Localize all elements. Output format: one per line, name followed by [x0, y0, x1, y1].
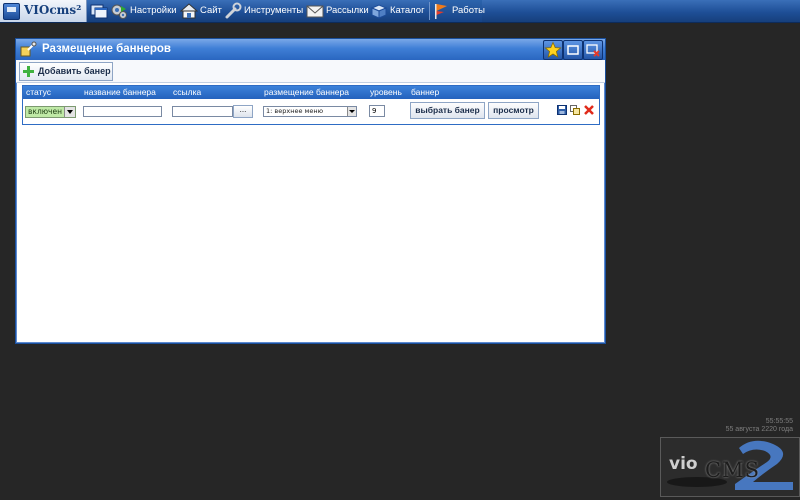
app-window-icon	[3, 3, 20, 20]
system-clock: 55:55:55 55 августа 2220 года	[726, 418, 793, 434]
banners-icon	[20, 41, 37, 57]
status-select-value: включен	[28, 107, 63, 116]
gears-icon	[111, 4, 127, 19]
add-banner-button[interactable]: Добавить банер	[19, 62, 113, 81]
start-button-label: VIOcms²	[24, 3, 82, 17]
save-icon[interactable]	[557, 105, 567, 115]
chevron-down-icon	[347, 107, 356, 116]
column-link: ссылка	[173, 87, 202, 97]
menu-item-works[interactable]: Работы	[432, 0, 485, 22]
delete-icon[interactable]	[584, 105, 594, 115]
column-banner: баннер	[411, 87, 440, 97]
banners-window: Размещение баннеров Добавить банер стату…	[15, 38, 606, 344]
menu-item-settings-label: Настройки	[130, 5, 177, 16]
menu-item-site-label: Сайт	[200, 5, 222, 16]
favorite-button[interactable]	[543, 40, 563, 60]
close-button[interactable]	[583, 40, 603, 60]
column-level: уровень	[370, 87, 402, 97]
table-header: статус название баннера ссылка размещени…	[23, 86, 599, 99]
copy-icon[interactable]	[570, 105, 580, 115]
wrench-icon	[225, 2, 242, 19]
link-input[interactable]	[172, 106, 233, 117]
menu-item-catalog-label: Каталог	[390, 5, 425, 16]
plus-icon	[23, 66, 34, 77]
brand-vio-text: vio	[669, 454, 698, 474]
menu-item-catalog[interactable]: Каталог	[370, 0, 428, 22]
menu-item-works-label: Работы	[452, 5, 485, 16]
box-icon	[370, 4, 388, 19]
menu-item-tools[interactable]: Инструменты	[224, 0, 304, 22]
star-icon	[544, 41, 562, 58]
clock-date: 55 августа 2220 года	[725, 426, 793, 433]
preview-button[interactable]: просмотр	[488, 102, 539, 119]
placement-select-value: 1: верхнее меню	[266, 107, 324, 115]
menu-item-tools-label: Инструменты	[244, 5, 304, 16]
table-row: включен ... 1: верхнее меню 9 выбрать ба…	[23, 99, 599, 124]
taskbar: VIOcms² Настройки Сайт Инструменты Рассы…	[0, 0, 800, 23]
clock-time: 55:55:55	[765, 418, 793, 425]
banner-name-input[interactable]	[83, 106, 162, 117]
placement-select[interactable]: 1: верхнее меню	[263, 106, 357, 117]
menu-item-mailings[interactable]: Рассылки	[306, 0, 369, 22]
flag-icon	[435, 4, 447, 19]
close-window-icon	[586, 44, 600, 57]
column-banner-name: название баннера	[84, 87, 156, 97]
menu-item-settings[interactable]: Настройки	[110, 0, 190, 22]
browse-link-button[interactable]: ...	[233, 105, 253, 118]
choose-banner-button[interactable]: выбрать банер	[410, 102, 485, 119]
brand-logo: vio CMS	[660, 437, 800, 497]
maximize-button[interactable]	[563, 40, 583, 60]
column-placement: размещение баннера	[264, 87, 349, 97]
banners-table: статус название баннера ссылка размещени…	[22, 85, 600, 125]
maximize-icon	[567, 45, 579, 55]
envelope-icon	[306, 5, 324, 18]
window-title: Размещение баннеров	[42, 43, 171, 55]
menu-item-mailings-label: Рассылки	[326, 5, 369, 16]
start-button[interactable]: VIOcms²	[0, 0, 87, 22]
level-input[interactable]: 9	[369, 105, 385, 117]
window-titlebar[interactable]: Размещение баннеров	[16, 39, 605, 60]
windows-icon	[90, 4, 108, 19]
chevron-down-icon	[64, 107, 75, 117]
add-banner-label: Добавить банер	[38, 66, 111, 76]
status-select[interactable]: включен	[25, 106, 76, 118]
menu-item-site[interactable]: Сайт	[180, 0, 222, 22]
brand-cms-text: CMS	[705, 458, 760, 482]
house-icon	[180, 3, 198, 19]
window-toolbar: Добавить банер	[16, 60, 605, 83]
column-status: статус	[26, 87, 51, 97]
